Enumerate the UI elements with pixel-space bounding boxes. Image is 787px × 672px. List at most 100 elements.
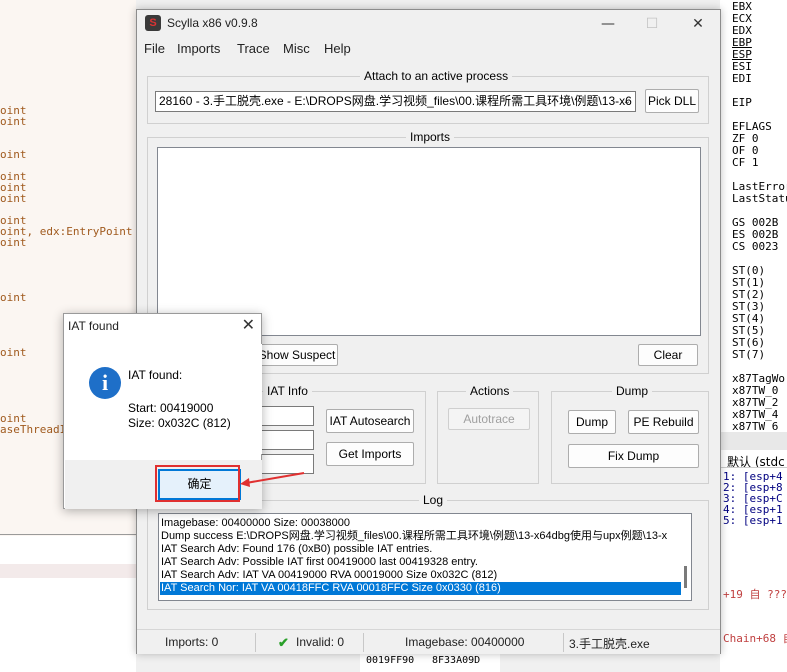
register-label[interactable]: EIP — [732, 97, 752, 108]
menu-file[interactable]: File — [144, 41, 165, 56]
process-select[interactable]: 28160 - 3.手工脱壳.exe - E:\DROPS网盘.学习视频_fil… — [155, 91, 636, 112]
status-imagebase: Imagebase: 00400000 — [405, 635, 525, 649]
group-title: Actions — [466, 384, 514, 398]
minimize-icon[interactable]: — — [585, 12, 631, 36]
register-label[interactable]: ST(3) — [732, 301, 765, 312]
register-label[interactable]: ST(7) — [732, 349, 765, 360]
fix-dump-button[interactable]: Fix Dump — [568, 444, 699, 468]
dump-button[interactable]: Dump — [568, 410, 616, 434]
code-line: oint — [0, 115, 27, 128]
register-label[interactable]: x87TagWo — [732, 373, 785, 384]
log-entry[interactable]: Imagebase: 00400000 Size: 00038000 — [161, 517, 350, 530]
comment-line: Chain+68 自 — [723, 632, 787, 645]
register-label[interactable]: x87TW_6 — [732, 421, 778, 432]
maximize-icon[interactable]: ☐ — [629, 12, 675, 36]
status-divider — [255, 633, 256, 652]
annotation-arrow-icon — [240, 472, 305, 487]
register-label[interactable]: GS 002B — [732, 217, 778, 228]
register-label[interactable]: x87TW_4 — [732, 409, 778, 420]
clear-button[interactable]: Clear — [638, 344, 698, 366]
code-line: oint — [0, 192, 27, 205]
register-label[interactable]: x87TW_0 — [732, 385, 778, 396]
oep-field[interactable] — [257, 406, 314, 426]
register-label[interactable]: x87TW_2 — [732, 397, 778, 408]
debugger-registers-pane: EBX ECX EDX EBP ESP ESI EDI EIP EFLAGS Z… — [720, 0, 787, 672]
group-title: IAT Info — [263, 384, 312, 398]
scrollbar-thumb[interactable] — [684, 566, 687, 588]
code-line: oint — [0, 291, 27, 304]
code-line: oint — [0, 148, 27, 161]
group-title: Dump — [612, 384, 653, 398]
title-bar[interactable]: S Scylla x86 v0.9.8 — ☐ ✕ — [137, 10, 720, 38]
register-label[interactable]: OF 0 — [732, 145, 759, 156]
stack-value: 8F33A09D — [432, 655, 481, 666]
imports-tree[interactable] — [157, 147, 701, 336]
pane-divider — [720, 467, 787, 468]
register-label[interactable]: LastStatu — [732, 193, 787, 204]
close-icon[interactable]: ✕ — [242, 315, 255, 334]
show-suspect-button[interactable]: Show Suspect — [256, 344, 338, 366]
log-entry[interactable]: Dump success E:\DROPS网盘.学习视频_files\00.课程… — [161, 530, 667, 543]
process-select-value: 28160 - 3.手工脱壳.exe - E:\DROPS网盘.学习视频_fil… — [159, 94, 632, 108]
autotrace-button[interactable]: Autotrace — [448, 408, 530, 430]
menu-bar: File Imports Trace Misc Help — [137, 38, 720, 60]
status-invalid: Invalid: 0 — [296, 635, 345, 649]
code-line: oint — [0, 346, 27, 359]
dialog-size: Size: 0x032C (812) — [128, 416, 231, 430]
debugger-stack-pane: 0019FF90 8F33A09D — [360, 652, 500, 672]
register-label[interactable]: ESP — [732, 49, 752, 60]
dialog-heading: IAT found: — [128, 368, 183, 382]
stack-address: 0019FF90 — [366, 655, 415, 666]
register-label[interactable]: ST(5) — [732, 325, 765, 336]
status-divider — [363, 633, 364, 652]
log-entry[interactable]: IAT Search Adv: Found 176 (0xB0) possibl… — [161, 543, 432, 556]
info-icon: i — [89, 367, 121, 399]
register-label[interactable]: ST(2) — [732, 289, 765, 300]
register-label[interactable]: CF 1 — [732, 157, 759, 168]
register-label[interactable]: ST(0) — [732, 265, 765, 276]
code-line: oint — [0, 236, 27, 249]
register-label[interactable]: EBX — [732, 1, 752, 12]
dump-group: Dump — [551, 384, 709, 484]
get-imports-button[interactable]: Get Imports — [326, 442, 414, 466]
debugger-dump-pane — [0, 536, 136, 672]
log-entry[interactable]: IAT Search Adv: IAT VA 00419000 RVA 0001… — [161, 569, 497, 582]
register-label[interactable]: CS 0023 — [732, 241, 778, 252]
comment-line: +19 自 ??? — [723, 588, 787, 601]
menu-trace[interactable]: Trace — [237, 41, 270, 56]
pe-rebuild-button[interactable]: PE Rebuild — [628, 410, 699, 434]
register-label[interactable]: EDX — [732, 25, 752, 36]
chevron-down-icon: ⌄ — [622, 96, 631, 107]
register-label[interactable]: ZF 0 — [732, 133, 759, 144]
dialog-start: Start: 00419000 — [128, 401, 214, 415]
log-scrollbar[interactable] — [681, 514, 691, 600]
window-title: Scylla x86 v0.9.8 — [167, 16, 258, 30]
status-imports: Imports: 0 — [165, 635, 219, 649]
register-label[interactable]: ST(1) — [732, 277, 765, 288]
log-entry-selected[interactable]: IAT Search Nor: IAT VA 00418FFC RVA 0001… — [160, 582, 682, 595]
register-label[interactable]: ES 002B — [732, 229, 778, 240]
register-label[interactable]: ST(6) — [732, 337, 765, 348]
log-list[interactable]: Imagebase: 00400000 Size: 00038000 Dump … — [158, 513, 692, 601]
dialog-body — [65, 344, 262, 454]
iat-autosearch-button[interactable]: IAT Autosearch — [326, 409, 414, 433]
log-entry[interactable]: IAT Search Adv: Possible IAT first 00419… — [161, 556, 478, 569]
actions-group: Actions — [437, 384, 539, 484]
pane-divider[interactable] — [0, 534, 136, 535]
register-label[interactable]: EDI — [732, 73, 752, 84]
group-title: Attach to an active process — [360, 69, 513, 83]
register-label[interactable]: ESI — [732, 61, 752, 72]
close-icon[interactable]: ✕ — [675, 12, 721, 36]
stack-arg-line: 5: [esp+1 — [723, 514, 783, 527]
pick-dll-button[interactable]: Pick DLL — [645, 89, 699, 113]
annotation-highlight-box — [155, 465, 240, 502]
register-label[interactable]: ST(4) — [732, 313, 765, 324]
iat-va-field[interactable] — [257, 430, 314, 450]
register-label[interactable]: EFLAGS — [732, 121, 772, 132]
menu-imports[interactable]: Imports — [177, 41, 220, 56]
register-label[interactable]: ECX — [732, 13, 752, 24]
menu-misc[interactable]: Misc — [283, 41, 310, 56]
register-label[interactable]: LastError — [732, 181, 787, 192]
menu-help[interactable]: Help — [324, 41, 351, 56]
register-label[interactable]: EBP — [732, 37, 752, 48]
